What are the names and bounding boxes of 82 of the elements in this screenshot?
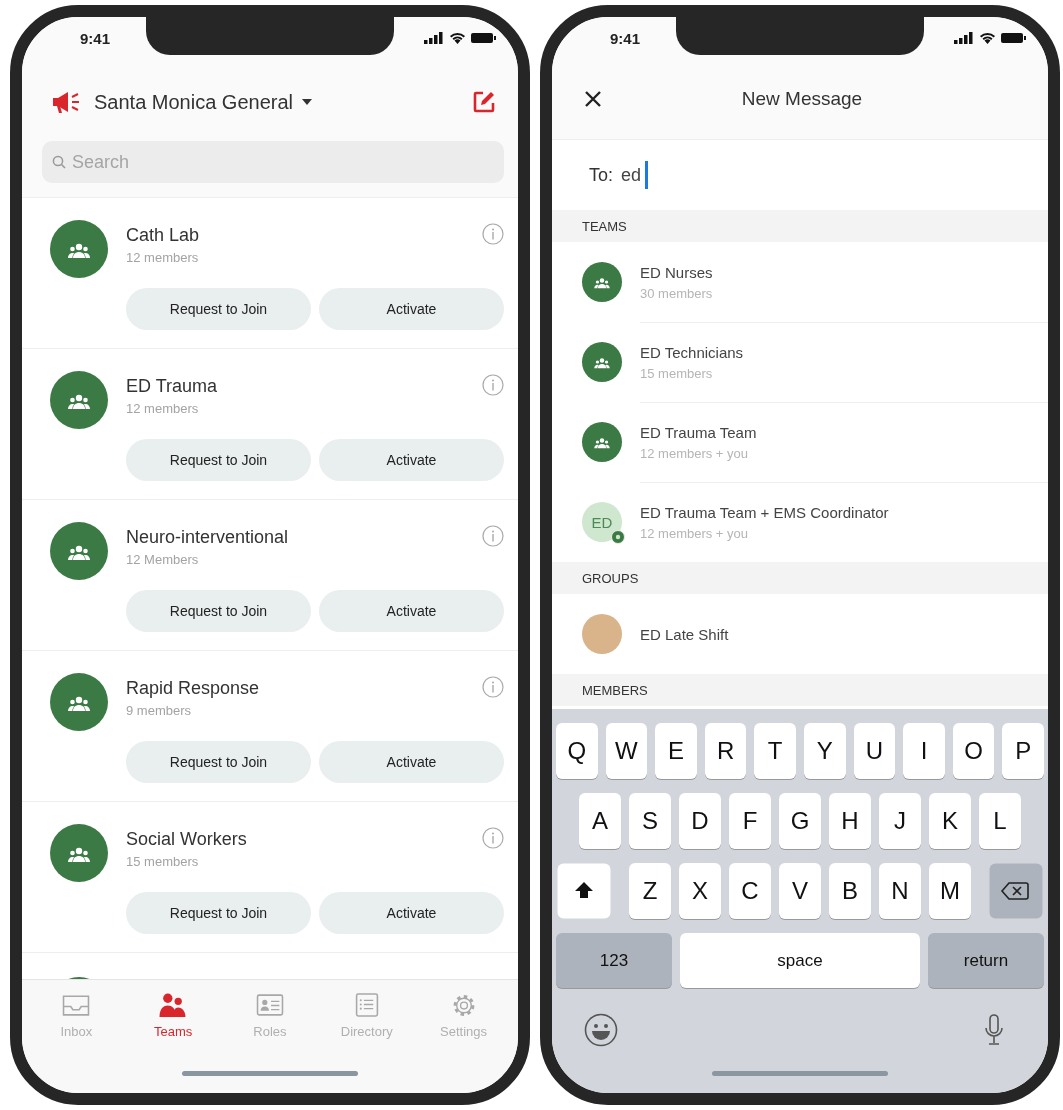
team-name: Neuro-interventional [126, 527, 290, 548]
section-header: TEAMS [552, 210, 1048, 242]
keyboard-key[interactable]: Y [804, 723, 846, 779]
keyboard-key[interactable]: C [729, 863, 771, 919]
result-item[interactable]: ED Technicians 15 members [552, 322, 1048, 402]
microphone-icon[interactable] [984, 1013, 1004, 1046]
signal-icon [424, 32, 444, 44]
request-button[interactable]: Request to Join [126, 892, 311, 934]
keyboard-key[interactable]: B [829, 863, 871, 919]
activate-button[interactable]: Activate [319, 741, 504, 783]
battery-icon [471, 32, 496, 44]
keyboard-key[interactable]: P [1002, 723, 1044, 779]
section-header: GROUPS [552, 562, 1048, 594]
team-name: Social Workers [126, 829, 248, 850]
keyboard-key[interactable]: T [754, 723, 796, 779]
section-header: MEMBERS [552, 674, 1048, 706]
emoji-icon[interactable] [584, 1012, 618, 1047]
keyboard-key[interactable]: U [853, 723, 896, 779]
tab-item[interactable]: Teams [128, 992, 219, 1039]
keyboard-key[interactable]: 123 [556, 933, 672, 988]
activate-button[interactable]: Activate [319, 439, 504, 481]
id-card-icon [255, 992, 285, 1018]
screen-title: New Message [740, 88, 864, 110]
keyboard-key[interactable]: A [579, 793, 621, 849]
request-button[interactable]: Request to Join [126, 439, 311, 481]
text-cursor [645, 161, 649, 189]
wifi-icon [449, 32, 466, 44]
keyboard-key[interactable]: return [928, 933, 1044, 988]
keyboard-key[interactable]: K [929, 793, 971, 849]
activate-button[interactable]: Activate [319, 288, 504, 330]
keyboard-key[interactable]: W [605, 723, 648, 779]
activate-button[interactable]: Activate [319, 892, 504, 934]
search-field[interactable]: Search [42, 141, 504, 183]
shift-icon[interactable] [557, 863, 611, 919]
activate-button[interactable]: Activate [319, 590, 504, 632]
wifi-icon [979, 32, 996, 44]
team-name: Cath Lab [126, 225, 201, 246]
member-count: 12 members [126, 401, 200, 416]
keyboard-key[interactable]: N [879, 863, 921, 919]
keyboard-key[interactable]: R [704, 723, 747, 779]
result-item[interactable]: ED ED Trauma Team + EMS Coordinator 12 members + you [552, 482, 1048, 562]
team-name: ED Trauma [126, 376, 219, 397]
keyboard-key[interactable]: X [679, 863, 721, 919]
backspace-icon[interactable] [989, 863, 1043, 919]
space-key[interactable]: space [680, 933, 920, 988]
keyboard-key[interactable]: H [829, 793, 871, 849]
status-time: 9:41 [80, 29, 111, 47]
keyboard-key[interactable]: V [779, 863, 821, 919]
keyboard-key[interactable]: D [679, 793, 721, 849]
badge-icon [611, 530, 625, 544]
member-count: 15 members [126, 854, 200, 869]
request-button[interactable]: Request to Join [126, 288, 311, 330]
team-name: Rapid Response [126, 678, 261, 699]
result-item[interactable]: ED Trauma Team 12 members + you [552, 402, 1048, 482]
caret-icon [301, 98, 313, 106]
photo-placeholder [582, 614, 622, 654]
member-count: 12 members [126, 250, 200, 265]
keyboard-key[interactable]: M [929, 863, 971, 919]
keyboard-key[interactable]: L [979, 793, 1021, 849]
request-button[interactable]: Request to Join [126, 590, 311, 632]
keyboard-key[interactable]: E [655, 723, 697, 779]
initials-avatar: ED [582, 502, 622, 542]
status-time: 9:41 [610, 29, 641, 47]
inbox-icon [61, 992, 92, 1018]
keyboard-key[interactable]: F [729, 793, 771, 849]
keyboard-key[interactable]: J [879, 793, 921, 849]
signal-icon [954, 32, 974, 44]
member-count: 9 members [126, 703, 193, 718]
keyboard-key[interactable]: I [903, 723, 945, 779]
battery-icon [1001, 32, 1026, 44]
keyboard-key[interactable]: O [952, 723, 995, 779]
keyboard-key[interactable]: S [629, 793, 671, 849]
result-item[interactable]: ED Nurses 30 members [552, 242, 1048, 322]
keyboard-key[interactable]: G [779, 793, 821, 849]
member-count: 12 Members [126, 552, 200, 567]
keyboard-key[interactable]: Z [629, 863, 671, 919]
close-icon[interactable] [584, 90, 602, 108]
compose-icon[interactable] [472, 90, 496, 114]
result-item[interactable]: ED Late Shift [552, 594, 1048, 674]
keyboard-key[interactable]: Q [556, 723, 598, 779]
request-button[interactable]: Request to Join [126, 741, 311, 783]
recipient-field[interactable]: To: ed [552, 140, 1048, 210]
